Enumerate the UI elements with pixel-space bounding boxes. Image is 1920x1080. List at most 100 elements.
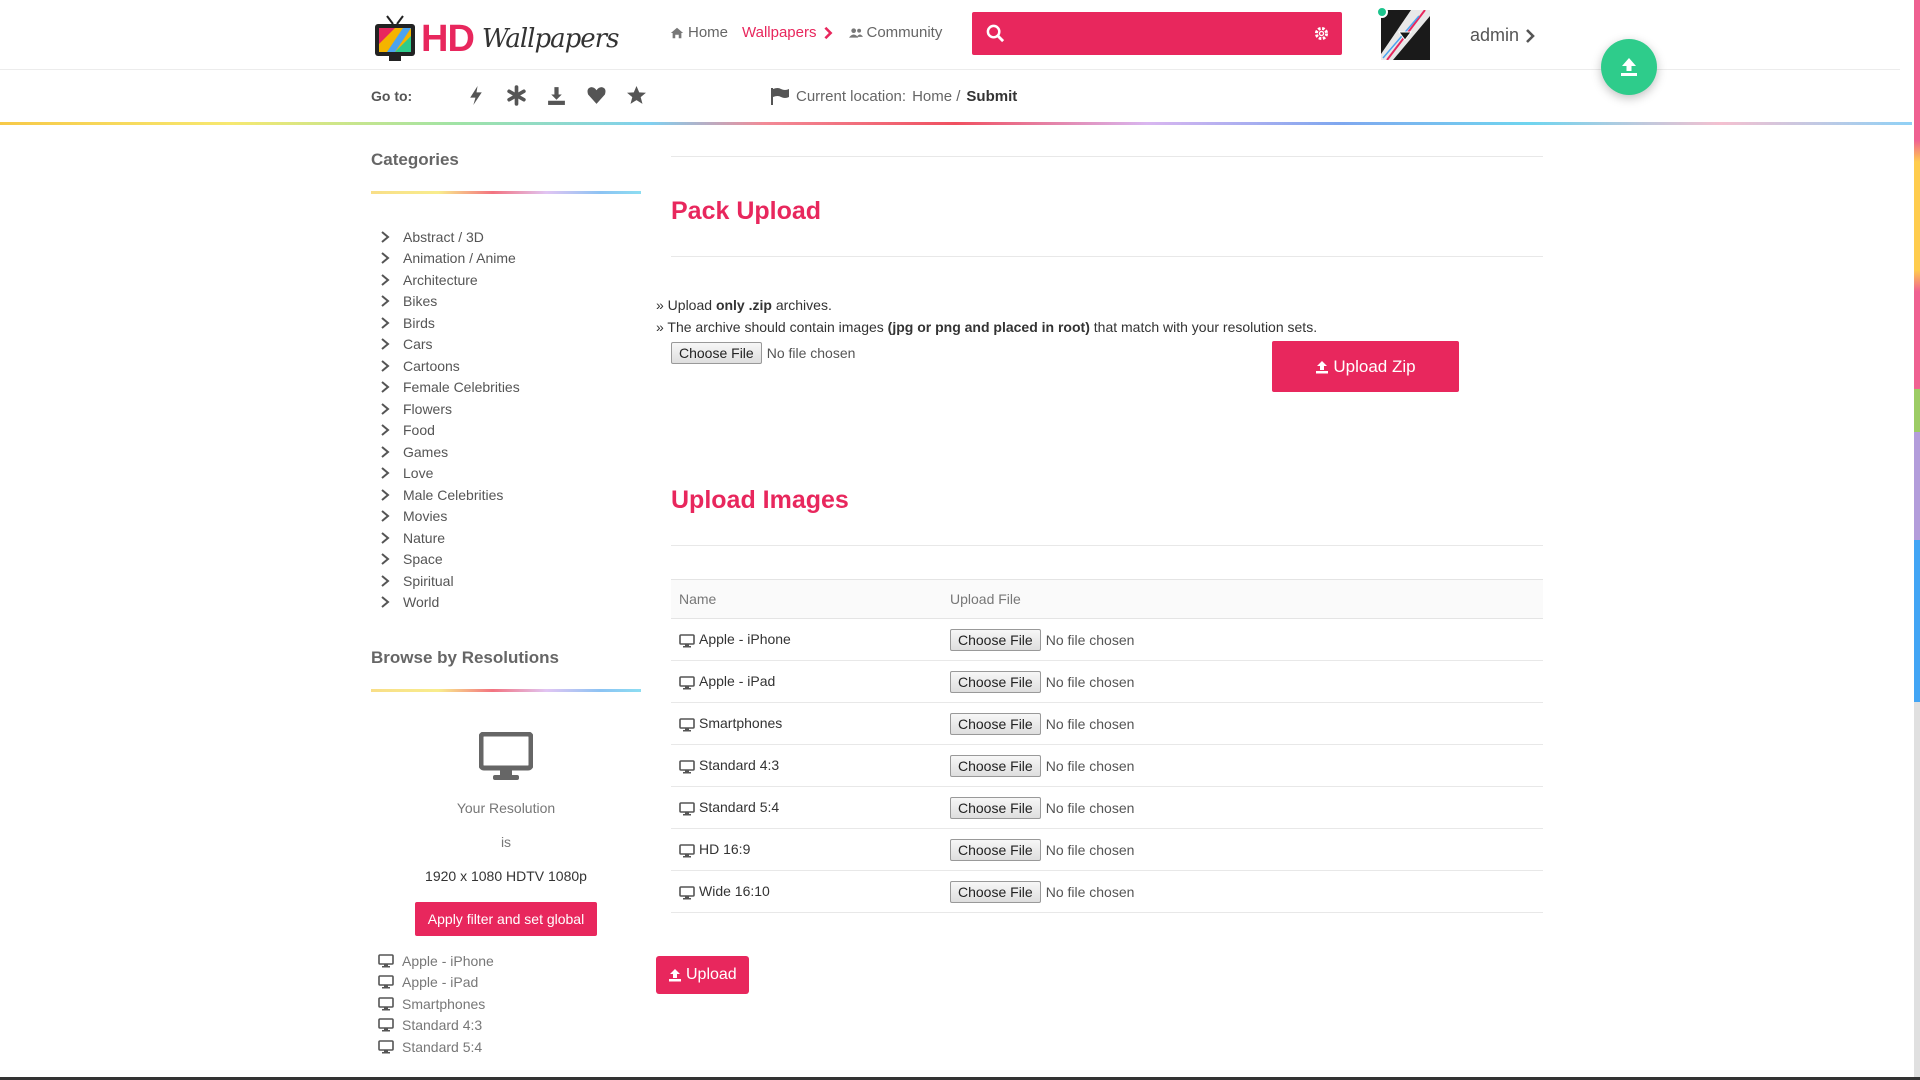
choose-file-button[interactable]: Choose File <box>950 838 1041 861</box>
category-item[interactable]: Nature <box>371 527 641 549</box>
device-filter-item[interactable]: Smartphones <box>371 993 641 1015</box>
home-icon <box>670 27 684 38</box>
chevron-right-icon <box>381 488 390 501</box>
logo-hd-text: HD <box>421 17 475 60</box>
device-filter-item[interactable]: Standard 5:4 <box>371 1036 641 1058</box>
resolution-set-name: Standard 5:4 <box>671 786 942 829</box>
upload-icon <box>669 969 681 982</box>
category-item[interactable]: Female Celebrities <box>371 377 641 399</box>
resolution-set-name: Wide 16:10 <box>671 870 942 913</box>
category-label: Food <box>403 422 435 439</box>
choose-file-button[interactable]: Choose File <box>671 342 762 364</box>
category-item[interactable]: Architecture <box>371 269 641 291</box>
monitor-icon <box>679 633 695 648</box>
nav-wallpapers-label: Wallpapers <box>742 24 817 41</box>
choose-file-button[interactable]: Choose File <box>950 880 1041 903</box>
file-input[interactable]: Choose File No file chosen <box>950 628 1543 651</box>
bolt-icon[interactable] <box>466 85 487 106</box>
choose-file-button[interactable]: Choose File <box>950 796 1041 819</box>
resolution-set-name: Apple - iPad <box>671 660 942 703</box>
breadcrumb-home[interactable]: Home / <box>912 88 960 105</box>
file-input[interactable]: Choose File No file chosen <box>950 838 1543 861</box>
search-icon[interactable] <box>986 24 1005 43</box>
resolution-box: Your Resolution is 1920 x 1080 HDTV 1080… <box>371 732 641 936</box>
file-input[interactable]: Choose File No file chosen <box>950 712 1543 735</box>
category-item[interactable]: Games <box>371 441 641 463</box>
file-cell: Choose File No file chosen <box>942 702 1543 745</box>
category-item[interactable]: Flowers <box>371 398 641 420</box>
category-item[interactable]: Cars <box>371 334 641 356</box>
choose-file-button[interactable]: Choose File <box>950 670 1041 693</box>
categories-divider <box>371 191 641 194</box>
category-item[interactable]: Abstract / 3D <box>371 226 641 248</box>
device-filter-item[interactable]: Apple - iPad <box>371 972 641 994</box>
site-logo[interactable]: HD Wallpapers <box>373 10 620 68</box>
category-item[interactable]: Love <box>371 463 641 485</box>
file-cell: Choose File No file chosen <box>942 744 1543 787</box>
file-input[interactable]: Choose File No file chosen <box>950 880 1543 903</box>
category-item[interactable]: Spiritual <box>371 570 641 592</box>
monitor-icon <box>378 996 394 1011</box>
upload-zip-button[interactable]: Upload Zip <box>1272 341 1459 392</box>
file-cell: Choose File No file chosen <box>942 786 1543 829</box>
category-label: Male Celebrities <box>403 486 504 503</box>
file-input[interactable]: Choose File No file chosen <box>950 796 1543 819</box>
category-label: Cars <box>403 336 433 353</box>
users-icon <box>848 27 863 38</box>
category-item[interactable]: Food <box>371 420 641 442</box>
chevron-right-icon <box>381 596 390 609</box>
choose-file-button[interactable]: Choose File <box>950 628 1041 651</box>
device-filter-item[interactable]: Standard 4:3 <box>371 1015 641 1037</box>
category-label: Space <box>403 551 443 568</box>
logo-script-text: Wallpapers <box>481 24 620 54</box>
gear-icon[interactable] <box>1313 25 1330 42</box>
chevron-right-icon <box>381 230 390 243</box>
download-icon[interactable] <box>546 85 567 106</box>
table-row: HD 16:9 Choose File No file chosen <box>671 828 1543 871</box>
no-file-label: No file chosen <box>1045 883 1135 900</box>
table-row: Wide 16:10 Choose File No file chosen <box>671 870 1543 913</box>
category-item[interactable]: Male Celebrities <box>371 484 641 506</box>
chevron-right-icon <box>381 359 390 372</box>
chevron-right-icon <box>381 531 390 544</box>
category-label: Games <box>403 443 449 460</box>
main-nav: Home Wallpapers Community <box>670 24 942 41</box>
scrollbar[interactable] <box>1914 0 1920 1080</box>
category-item[interactable]: Birds <box>371 312 641 334</box>
choose-file-button[interactable]: Choose File <box>950 754 1041 777</box>
star-icon[interactable] <box>626 85 647 106</box>
category-item[interactable]: Space <box>371 549 641 571</box>
chevron-right-icon <box>381 574 390 587</box>
file-input[interactable]: Choose File No file chosen <box>950 754 1543 777</box>
chevron-right-icon <box>823 26 832 39</box>
asterisk-icon[interactable] <box>506 85 527 106</box>
category-item[interactable]: Movies <box>371 506 641 528</box>
file-input[interactable]: Choose File No file chosen <box>950 670 1543 693</box>
resolution-set-name: Apple - iPhone <box>671 618 942 661</box>
apply-filter-button[interactable]: Apply filter and set global <box>414 902 598 936</box>
device-filter-item[interactable]: Apple - iPhone <box>371 950 641 972</box>
resolutions-divider <box>371 689 641 692</box>
username: admin <box>1470 25 1520 45</box>
nav-community[interactable]: Community <box>848 24 942 41</box>
choose-file-button[interactable]: Choose File <box>950 712 1041 735</box>
file-cell: Choose File No file chosen <box>942 828 1543 871</box>
user-avatar[interactable] <box>1381 10 1430 60</box>
table-row: Apple - iPhone Choose File No file chosen <box>671 618 1543 661</box>
images-divider <box>671 545 1543 546</box>
zip-file-input[interactable]: Choose File No file chosen <box>671 342 855 364</box>
category-item[interactable]: Bikes <box>371 291 641 313</box>
nav-wallpapers[interactable]: Wallpapers <box>742 24 834 41</box>
nav-home[interactable]: Home <box>670 24 728 41</box>
category-item[interactable]: Cartoons <box>371 355 641 377</box>
category-label: Abstract / 3D <box>403 228 484 245</box>
sidebar: Categories Abstract / 3D Animation / Anim… <box>371 150 641 1058</box>
top-divider <box>671 156 1543 157</box>
user-menu[interactable]: admin <box>1470 25 1535 46</box>
category-item[interactable]: Animation / Anime <box>371 248 641 270</box>
category-item[interactable]: World <box>371 592 641 614</box>
search-input[interactable] <box>1012 18 1302 49</box>
heart-icon[interactable] <box>586 85 607 106</box>
upload-button[interactable]: Upload <box>656 956 749 994</box>
col-file-header: Upload File <box>942 579 1543 619</box>
